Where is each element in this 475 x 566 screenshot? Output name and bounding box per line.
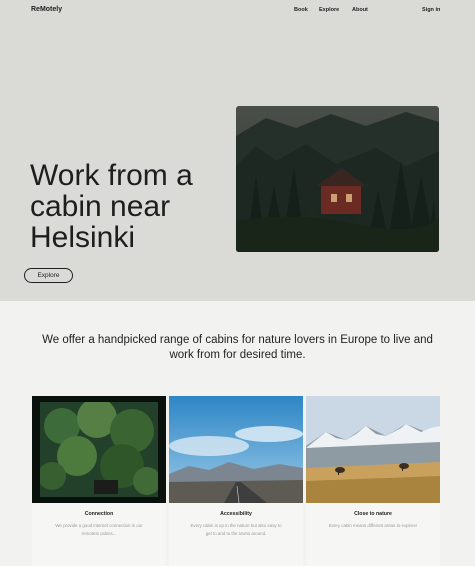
- explore-button[interactable]: Explore: [24, 268, 73, 283]
- feature-card-accessibility[interactable]: Accessibility Every cabin is up in the n…: [169, 396, 303, 566]
- card-title: Accessibility: [220, 511, 252, 517]
- card-title: Close to nature: [354, 511, 392, 517]
- nav-link-explore[interactable]: Explore: [319, 7, 339, 13]
- card-description: Every cabin is up in the nature but also…: [190, 523, 282, 536]
- hero-section: ReMotely Book Explore About Sign in Work…: [0, 0, 475, 301]
- feature-card-connection[interactable]: Connection We provide a good internet co…: [32, 396, 166, 566]
- hero-title: Work from a cabin near Helsinki: [30, 159, 193, 254]
- nav-link-book[interactable]: Book: [294, 7, 308, 13]
- connection-image: [32, 396, 166, 503]
- card-description: We provide a good internet connection in…: [55, 523, 143, 536]
- tagline: We offer a handpicked range of cabins fo…: [42, 334, 433, 361]
- accessibility-image: [169, 396, 303, 503]
- brand-logo[interactable]: ReMotely: [31, 6, 62, 13]
- nature-image: [306, 396, 440, 503]
- feature-card-close-to-nature[interactable]: Close to nature Every cabin means differ…: [306, 396, 440, 566]
- card-description: Every cabin means different areas to exp…: [328, 523, 418, 528]
- card-title: Connection: [84, 511, 114, 517]
- hero-cabin-image: [236, 106, 439, 252]
- sign-in-link[interactable]: Sign in: [422, 7, 440, 13]
- nav-link-about[interactable]: About: [352, 7, 368, 13]
